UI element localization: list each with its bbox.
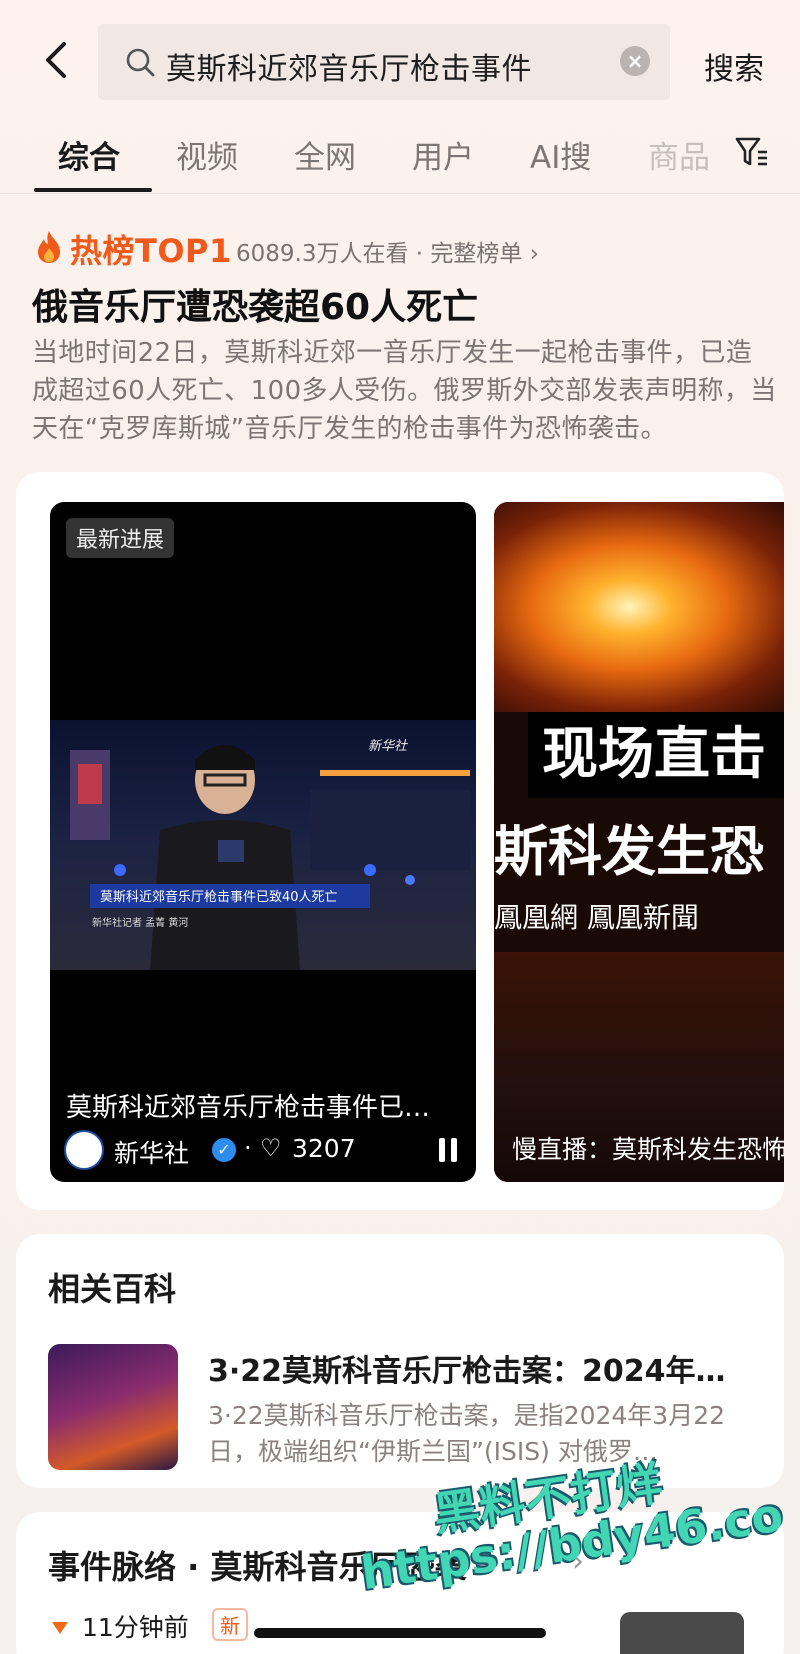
overlay-caption: 莫斯科近郊音乐厅枪击事件已致40人死亡: [100, 889, 338, 905]
timeline-thumbnail: [620, 1612, 744, 1654]
video-card-ifeng[interactable]: 现场直击 斯科发生恐 鳳凰網 鳳凰新聞 慢直播：莫斯科发生恐怖: [494, 502, 784, 1182]
separator-dot: ·: [244, 1134, 252, 1162]
video-carousel: 最新进展 莫斯科近郊音乐厅枪击事件已致40人死亡 新华社记者 孟菁 黄河 新华社: [16, 472, 784, 1210]
xinhua-watermark: 新华社: [368, 739, 408, 754]
video-title: 慢直播：莫斯科发生恐怖: [512, 1135, 784, 1164]
tab-divider: [0, 193, 800, 194]
related-encyclopedia-card[interactable]: 相关百科 3·22莫斯科音乐厅枪击案：2024年… 3·22莫斯科音乐厅枪击案，…: [16, 1234, 784, 1488]
filter-icon[interactable]: [734, 134, 770, 170]
tab-comprehensive[interactable]: 综合: [58, 132, 120, 177]
fire-thumbnail: [494, 502, 784, 712]
flame-icon: [38, 231, 60, 263]
timeline-marker-icon: [52, 1622, 68, 1634]
hot-rank-label: 热榜TOP1: [70, 232, 232, 270]
video-title: 莫斯科近郊音乐厅枪击事件已…: [66, 1093, 431, 1123]
clear-search-icon[interactable]: ×: [620, 46, 650, 76]
xinhua-avatar[interactable]: [64, 1130, 104, 1170]
full-list-link[interactable]: · 完整榜单: [416, 241, 523, 267]
encyclopedia-thumbnail: [48, 1344, 178, 1470]
overlay-credit: 新华社记者 孟菁 黄河: [92, 916, 188, 929]
section-title: 相关百科: [48, 1270, 177, 1308]
tab-bar: 综合 视频 全网 用户 AI搜 商品: [0, 128, 800, 194]
reporter-scene-illustration: 莫斯科近郊音乐厅枪击事件已致40人死亡 新华社记者 孟菁 黄河 新华社: [70, 739, 470, 970]
new-badge: 新: [212, 1608, 248, 1641]
tab-products[interactable]: 商品: [648, 132, 710, 177]
video-author-row: 新华社 ✓ · ♡ 3207: [64, 1130, 464, 1170]
search-icon: [126, 48, 155, 77]
timeline-time: 11分钟前: [82, 1613, 189, 1642]
heart-icon[interactable]: ♡: [260, 1134, 282, 1162]
search-input[interactable]: 莫斯科近郊音乐厅枪击事件 ×: [98, 24, 670, 100]
pause-icon[interactable]: [436, 1136, 460, 1164]
top-bar: 莫斯科近郊音乐厅枪击事件 × 搜索: [0, 24, 800, 100]
hot-summary: 当地时间22日，莫斯科近郊一音乐厅发生一起枪击事件，已造成超过60人死亡、100…: [32, 338, 777, 444]
video-card-xinhua[interactable]: 最新进展 莫斯科近郊音乐厅枪击事件已致40人死亡 新华社记者 孟菁 黄河 新华社: [50, 502, 476, 1182]
chevron-right-icon: ›: [529, 241, 539, 267]
home-indicator[interactable]: [254, 1628, 546, 1638]
search-button[interactable]: 搜索: [704, 44, 764, 88]
video-thumbnail: 莫斯科近郊音乐厅枪击事件已致40人死亡 新华社记者 孟菁 黄河 新华社: [50, 720, 476, 970]
tab-ai-search[interactable]: AI搜: [530, 132, 591, 177]
tab-users[interactable]: 用户: [412, 132, 474, 177]
tab-video[interactable]: 视频: [176, 132, 238, 177]
active-tab-indicator: [34, 188, 152, 192]
author-name[interactable]: 新华社: [114, 1134, 189, 1170]
hot-headline[interactable]: 俄音乐厅遭恐袭超60人死亡: [32, 278, 478, 330]
live-banner: 现场直击: [528, 712, 784, 798]
ifeng-logo: 鳳凰網 鳳凰新聞: [494, 901, 699, 934]
hot-list-header[interactable]: 热榜TOP1 6089.3万人在看 · 完整榜单 ›: [34, 226, 774, 270]
search-query: 莫斯科近郊音乐厅枪击事件: [166, 52, 532, 87]
tab-web[interactable]: 全网: [294, 132, 356, 177]
like-count: 3207: [292, 1134, 356, 1163]
hot-meta[interactable]: 6089.3万人在看 · 完整榜单 ›: [236, 234, 539, 268]
back-arrow-icon[interactable]: [36, 38, 80, 82]
viewer-count: 6089.3万人在看: [236, 241, 409, 267]
encyclopedia-entry-title[interactable]: 3·22莫斯科音乐厅枪击案：2024年…: [208, 1346, 756, 1390]
verified-icon: ✓: [212, 1138, 236, 1162]
latest-progress-badge: 最新进展: [66, 518, 175, 558]
video-headline-overlay: 斯科发生恐: [494, 820, 764, 883]
